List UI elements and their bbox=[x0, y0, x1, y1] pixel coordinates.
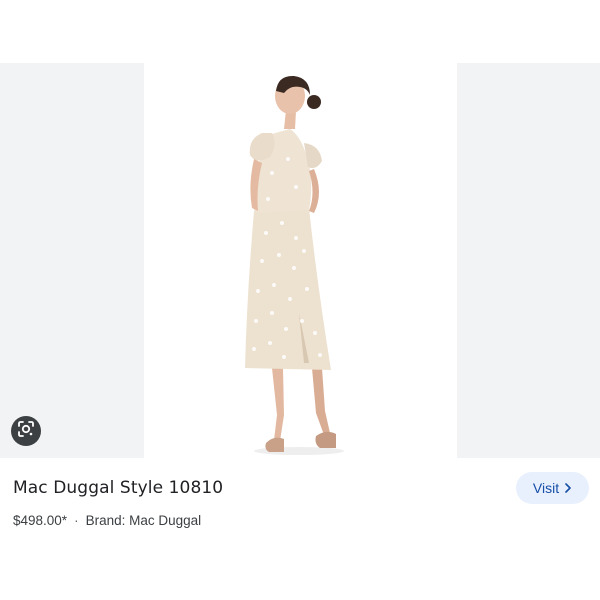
product-info-card: Mac Duggal Style 10810 $498.00* · Brand:… bbox=[0, 458, 600, 600]
previous-image-panel[interactable] bbox=[0, 63, 144, 458]
dress-photo bbox=[245, 75, 344, 455]
google-lens-icon bbox=[17, 420, 35, 443]
visit-label: Visit bbox=[532, 480, 560, 496]
chevron-right-icon bbox=[564, 483, 572, 493]
product-brand: Brand: Mac Duggal bbox=[85, 513, 202, 528]
meta-separator: · bbox=[74, 513, 79, 528]
product-price: $498.00* bbox=[13, 513, 68, 528]
image-carousel bbox=[0, 63, 600, 458]
product-image[interactable] bbox=[144, 63, 457, 458]
product-meta: $498.00* · Brand: Mac Duggal bbox=[13, 513, 201, 528]
product-title[interactable]: Mac Duggal Style 10810 bbox=[13, 478, 223, 498]
google-lens-button[interactable] bbox=[11, 416, 41, 446]
visit-button[interactable]: Visit bbox=[516, 472, 589, 504]
next-image-panel[interactable] bbox=[457, 63, 600, 458]
